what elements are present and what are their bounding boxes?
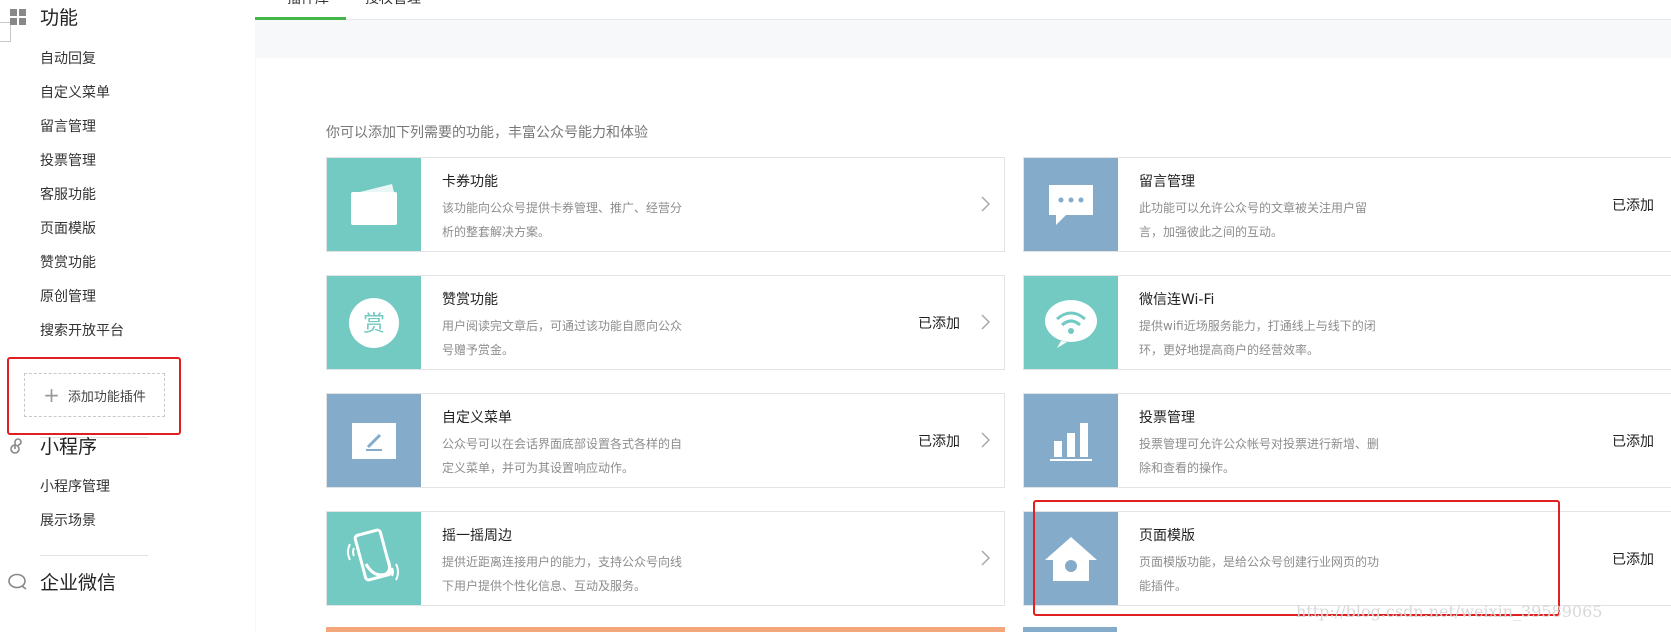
wifi-icon xyxy=(1024,276,1118,369)
card-title: 微信连Wi-Fi xyxy=(1139,292,1215,308)
comment-icon xyxy=(1024,158,1118,251)
card-status: 已添加 xyxy=(918,316,960,332)
card-status: 已添加 xyxy=(1612,552,1654,568)
sidebar-item-customer-service[interactable]: 客服功能 xyxy=(40,184,96,204)
section-title: 企业微信 xyxy=(40,572,117,594)
tab-authorization[interactable]: 授权管理 xyxy=(365,0,425,8)
plugin-card-custom-menu[interactable]: 自定义菜单 公众号可以在会话界面底部设置各式各样的自定义菜单，并可为其设置响应动… xyxy=(326,393,1005,488)
card-desc: 此功能可以允许公众号的文章被关注用户留言，加强彼此之间的互动。 xyxy=(1139,201,1368,239)
plugin-card-voting[interactable]: 投票管理 投票管理可允许公众帐号对投票进行新增、删除和查看的操作。 已添加 xyxy=(1023,393,1671,488)
tab-label: 授权管理 xyxy=(365,0,421,8)
card-desc: 提供近距离连接用户的能力，支持公众号向线下用户提供个性化信息、互动及服务。 xyxy=(442,555,683,593)
card-wallet-icon xyxy=(327,158,421,251)
divider xyxy=(40,555,148,556)
section-wework: 企业微信 xyxy=(8,568,116,595)
sidebar-item-custom-menu[interactable]: 自定义菜单 xyxy=(40,82,110,102)
add-plugin-label: 添加功能插件 xyxy=(67,389,146,405)
link-icon xyxy=(8,436,28,456)
watermark: http://blog.csdn.net/weixin_39589065 xyxy=(1296,602,1603,621)
edit-menu-icon xyxy=(327,394,421,487)
card-desc: 投票管理可允许公众帐号对投票进行新增、删除和查看的操作。 xyxy=(1139,437,1380,475)
section-title: 小程序 xyxy=(40,436,98,458)
card-title: 投票管理 xyxy=(1139,410,1195,426)
plugin-card-comments[interactable]: 留言管理 此功能可以允许公众号的文章被关注用户留言，加强彼此之间的互动。 已添加 xyxy=(1023,157,1671,252)
card-title: 自定义菜单 xyxy=(442,410,512,426)
reward-icon: 赏 xyxy=(327,276,421,369)
svg-text:赏: 赏 xyxy=(363,312,385,337)
plugin-card-coupon[interactable]: 卡券功能 该功能向公众号提供卡券管理、推广、经营分析的整套解决方案。 xyxy=(326,157,1005,252)
bar-chart-icon xyxy=(1024,394,1118,487)
plugin-card-partial xyxy=(1023,627,1117,632)
chevron-right-icon xyxy=(981,550,991,566)
plus-icon: + xyxy=(43,383,60,407)
chat-bubble-icon xyxy=(8,572,28,592)
chevron-right-icon xyxy=(981,196,991,212)
sidebar-item-miniprogram-manage[interactable]: 小程序管理 xyxy=(40,476,110,496)
card-desc: 用户阅读完文章后，可通过该功能自愿向公众号赠予赏金。 xyxy=(442,319,683,357)
grid-icon xyxy=(8,7,28,27)
shake-phone-icon xyxy=(327,512,421,605)
card-title: 摇一摇周边 xyxy=(442,528,512,544)
highlight-box-page-template xyxy=(1033,500,1560,616)
tab-plugin-library[interactable]: 插件库 xyxy=(255,0,346,20)
tab-bar: 插件库 授权管理 xyxy=(255,0,1671,20)
sidebar: 功能 自动回复 自定义菜单 留言管理 投票管理 客服功能 页面模版 赞赏功能 原… xyxy=(0,0,255,632)
sidebar-item-voting[interactable]: 投票管理 xyxy=(40,150,96,170)
sidebar-item-page-template[interactable]: 页面模版 xyxy=(40,218,96,238)
card-title: 赞赏功能 xyxy=(442,292,498,308)
sidebar-item-showcase[interactable]: 展示场景 xyxy=(40,510,96,530)
card-desc: 提供wifi近场服务能力，打通线上与线下的闭环，更好地提高商户的经营效率。 xyxy=(1139,319,1376,357)
card-status: 已添加 xyxy=(1612,198,1654,214)
section-miniprogram: 小程序 xyxy=(8,432,97,459)
section-title: 功能 xyxy=(40,7,79,29)
card-desc: 该功能向公众号提供卡券管理、推广、经营分析的整套解决方案。 xyxy=(442,201,683,239)
card-status: 已添加 xyxy=(1612,434,1654,450)
plugin-card-partial xyxy=(326,627,1005,632)
sidebar-item-reward[interactable]: 赞赏功能 xyxy=(40,252,96,272)
card-desc: 公众号可以在会话界面底部设置各式各样的自定义菜单，并可为其设置响应动作。 xyxy=(442,437,683,475)
chevron-right-icon xyxy=(981,314,991,330)
tab-label: 插件库 xyxy=(287,0,329,8)
section-features: 功能 xyxy=(8,3,78,30)
card-status: 已添加 xyxy=(918,434,960,450)
sidebar-item-comments[interactable]: 留言管理 xyxy=(40,116,96,136)
add-plugin-button[interactable]: + 添加功能插件 xyxy=(24,373,165,417)
chevron-right-icon xyxy=(981,432,991,448)
sidebar-item-auto-reply[interactable]: 自动回复 xyxy=(40,48,96,68)
plugin-card-wifi[interactable]: 微信连Wi-Fi 提供wifi近场服务能力，打通线上与线下的闭环，更好地提高商户… xyxy=(1023,275,1671,370)
intro-text: 你可以添加下列需要的功能，丰富公众号能力和体验 xyxy=(326,125,648,141)
plugin-card-reward[interactable]: 赏 赞赏功能 用户阅读完文章后，可通过该功能自愿向公众号赠予赏金。 已添加 xyxy=(326,275,1005,370)
plugin-card-shake[interactable]: 摇一摇周边 提供近距离连接用户的能力，支持公众号向线下用户提供个性化信息、互动及… xyxy=(326,511,1005,606)
sidebar-item-search-platform[interactable]: 搜索开放平台 xyxy=(40,320,124,340)
card-title: 留言管理 xyxy=(1139,174,1195,190)
card-title: 卡券功能 xyxy=(442,174,498,190)
sidebar-item-original[interactable]: 原创管理 xyxy=(40,286,96,306)
